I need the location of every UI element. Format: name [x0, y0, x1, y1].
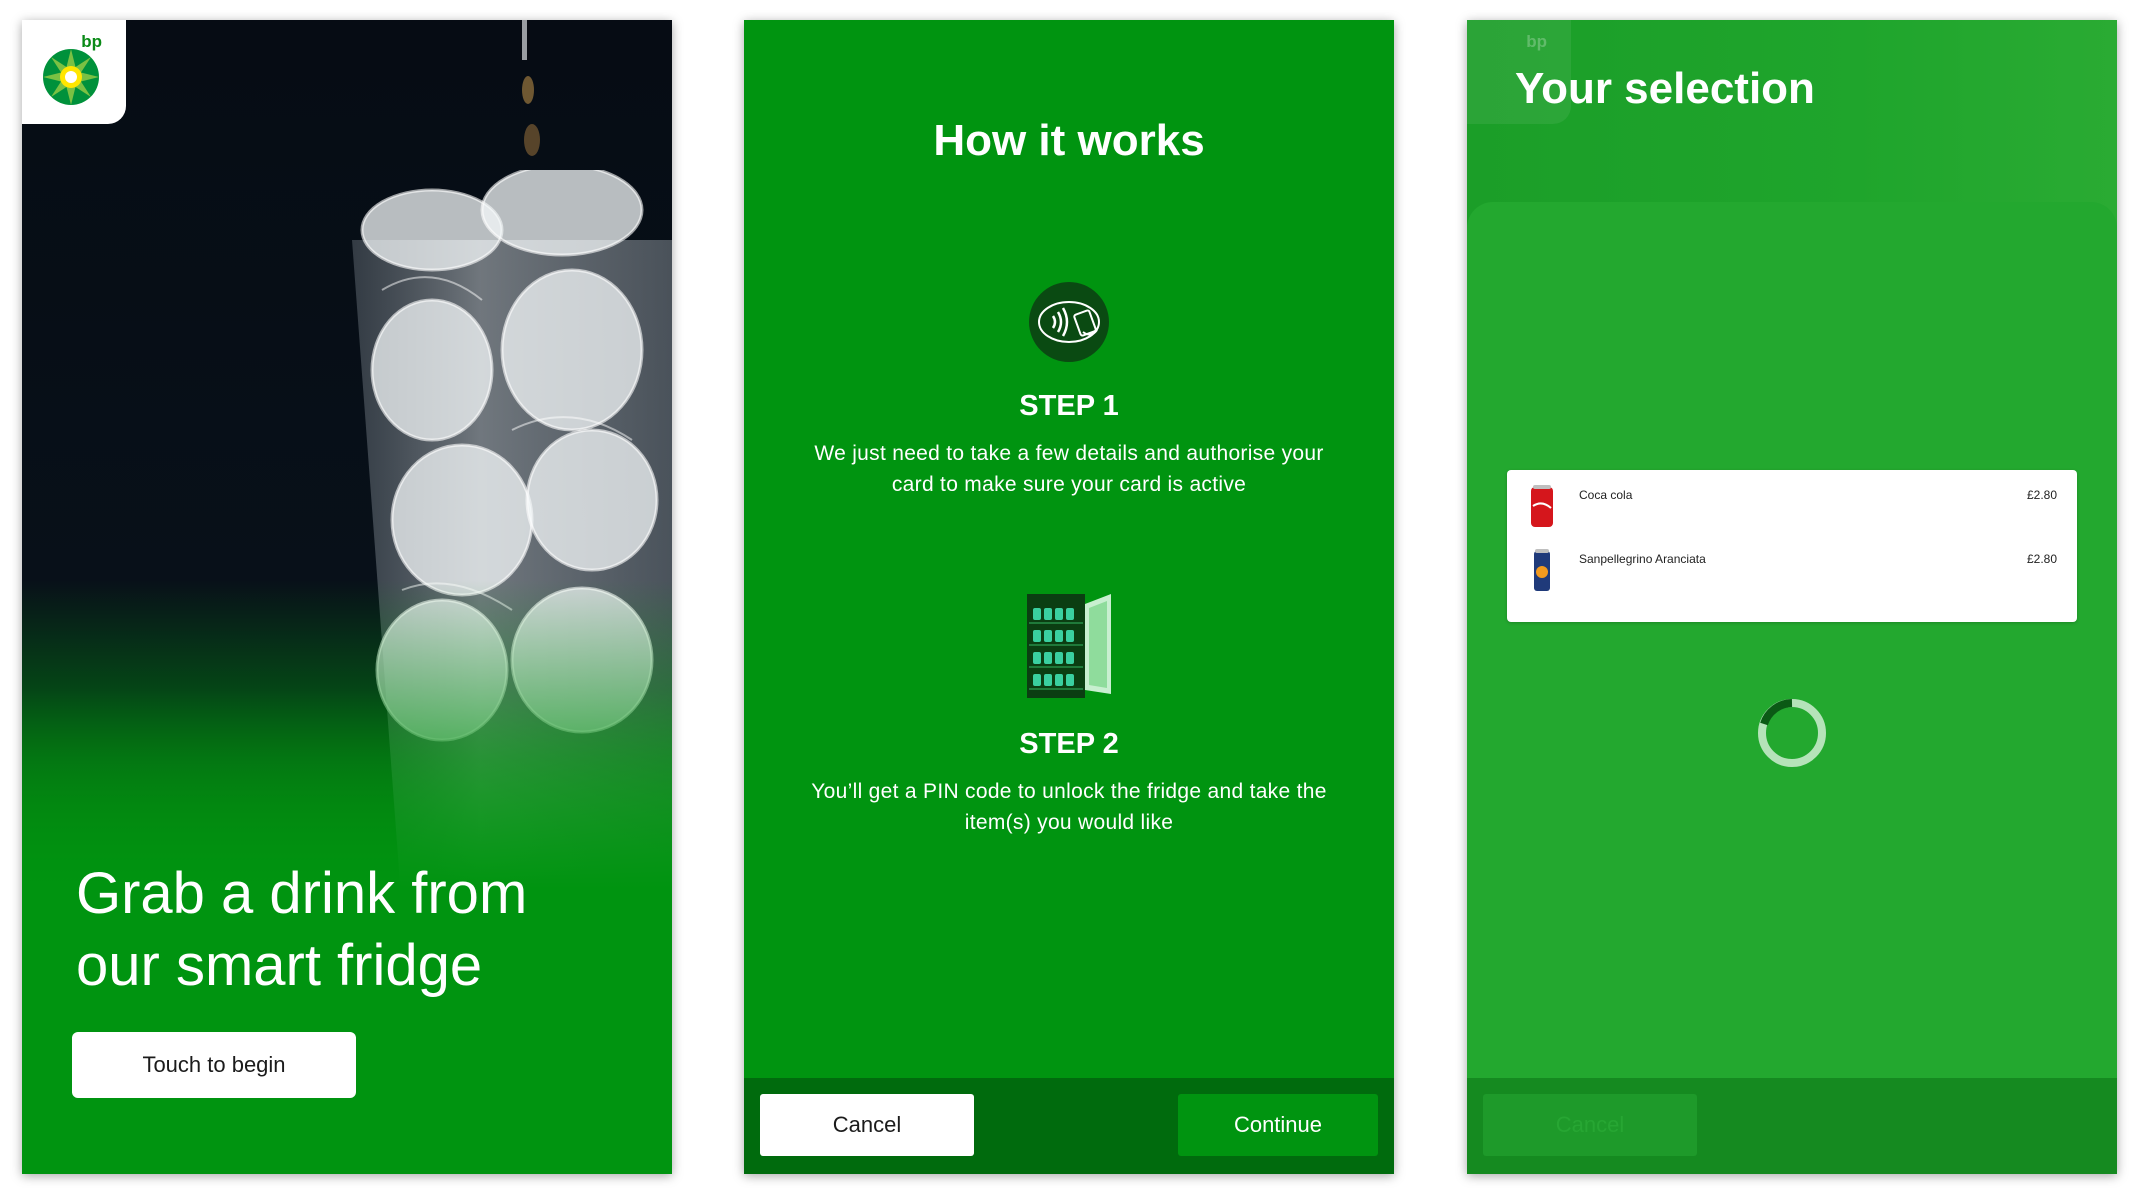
selection-list: Coca cola £2.80 Sanpellegrino Aranciata … — [1507, 470, 2077, 622]
orange-can-icon — [1534, 549, 1550, 591]
contactless-card-icon — [1029, 282, 1109, 362]
touch-to-begin-button[interactable]: Touch to begin — [72, 1032, 356, 1098]
continue-button[interactable]: Continue — [1178, 1094, 1378, 1156]
step-2-heading: STEP 2 — [1019, 728, 1119, 760]
loading-spinner-icon — [1758, 699, 1826, 767]
footer-action-bar: Cancel Continue — [744, 1078, 1394, 1174]
fridge-icon — [1027, 594, 1111, 698]
cancel-button[interactable]: Cancel — [1483, 1094, 1697, 1156]
step-1-heading: STEP 1 — [1019, 390, 1119, 422]
step-2-description: You’ll get a PIN code to unlock the frid… — [811, 780, 1327, 834]
cancel-button[interactable]: Cancel — [760, 1094, 974, 1156]
step-1-description: We just need to take a few details and a… — [814, 442, 1324, 496]
welcome-screen: bp Grab a drink from our smart fridge To… — [22, 20, 672, 1174]
item-name: Coca cola — [1579, 488, 1633, 502]
item-name: Sanpellegrino Aranciata — [1579, 552, 1706, 566]
footer-action-bar: Cancel — [1467, 1078, 2117, 1174]
list-item: Coca cola £2.80 — [1507, 484, 2077, 544]
pouring-drink-illustration — [522, 20, 540, 156]
cola-can-icon — [1531, 485, 1553, 527]
item-price: £2.80 — [2026, 552, 2057, 566]
welcome-headline: Grab a drink from our smart fridge — [76, 861, 528, 998]
item-price: £2.80 — [2026, 488, 2057, 502]
bp-logo: bp — [22, 20, 126, 124]
page-title: Your selection — [1515, 64, 1815, 113]
your-selection-screen: bp Your selection Coca cola £2.80 Sanpel… — [1467, 20, 2117, 1174]
helios-icon — [43, 49, 99, 105]
selection-sheet — [1467, 202, 2117, 1078]
logo-text: bp — [81, 32, 102, 51]
page-title: How it works — [933, 116, 1205, 165]
how-it-works-screen: How it works STEP 1 We just need to take… — [744, 20, 1394, 1174]
list-item: Sanpellegrino Aranciata £2.80 — [1507, 548, 2077, 608]
logo-text: bp — [1526, 32, 1547, 51]
